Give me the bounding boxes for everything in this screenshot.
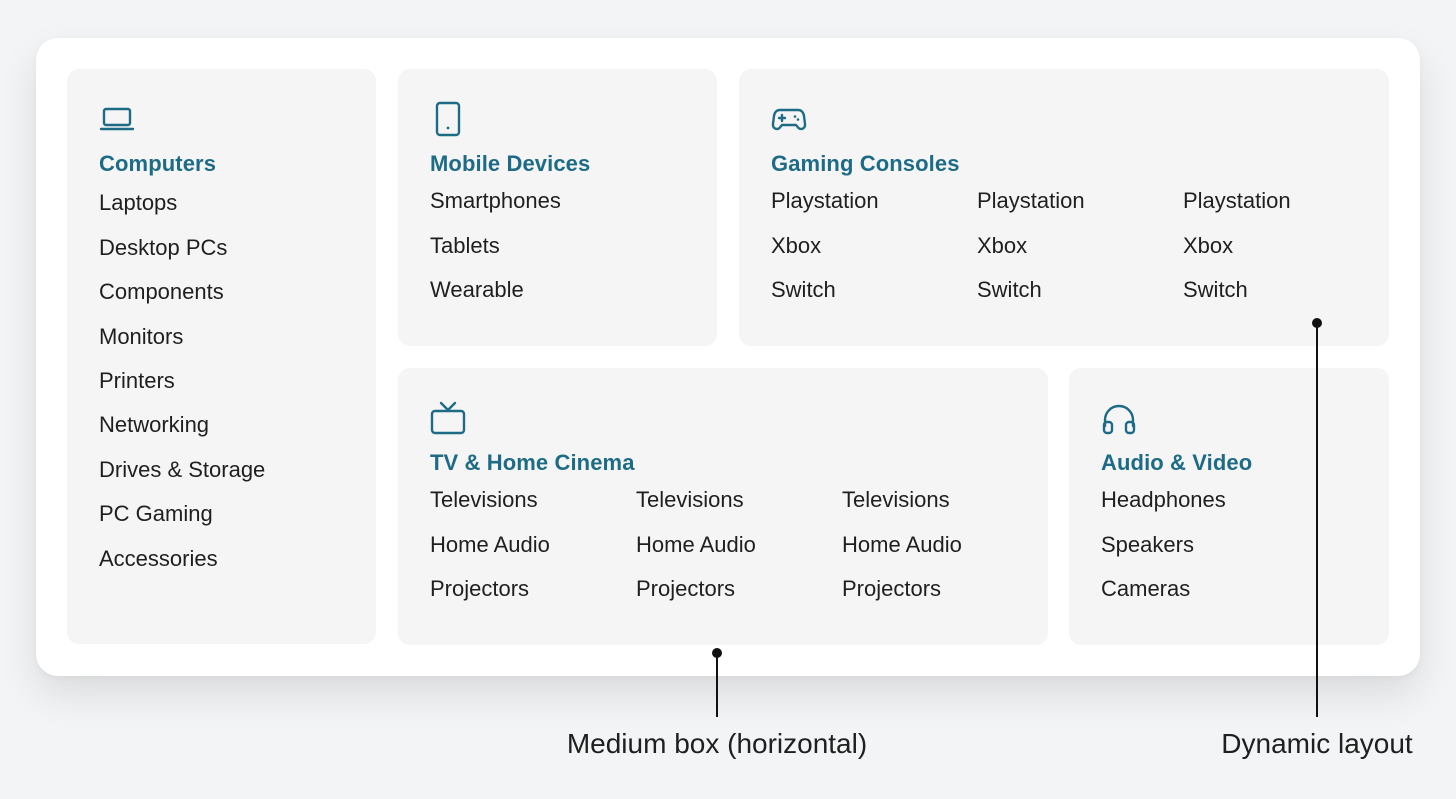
headphones-icon [1101, 400, 1137, 436]
category-title-gaming-consoles[interactable]: Gaming Consoles [771, 151, 1389, 177]
category-link[interactable]: Wearable [430, 268, 717, 312]
category-title-mobile-devices[interactable]: Mobile Devices [430, 151, 717, 177]
category-card-gaming-consoles: Gaming Consoles Playstation Xbox Switch … [739, 69, 1389, 346]
category-title-computers[interactable]: Computers [99, 151, 376, 177]
mega-menu-panel: Computers Laptops Desktop PCs Components… [36, 38, 1420, 676]
category-link[interactable]: Switch [1183, 268, 1389, 312]
tablet-icon [430, 101, 466, 137]
category-link[interactable]: Projectors [636, 567, 842, 611]
tv-icon [430, 400, 466, 436]
category-link[interactable]: Printers [99, 359, 376, 403]
category-link[interactable]: Home Audio [842, 523, 1048, 567]
callout-line-medium-box [716, 653, 718, 717]
category-column: Televisions Home Audio Projectors [636, 478, 842, 611]
category-link[interactable]: Switch [977, 268, 1183, 312]
category-column: Playstation Xbox Switch [1183, 179, 1389, 312]
category-column: Televisions Home Audio Projectors [842, 478, 1048, 611]
annotation-dynamic-layout: Dynamic layout [1221, 728, 1413, 759]
category-link[interactable]: Drives & Storage [99, 448, 376, 492]
category-card-computers: Computers Laptops Desktop PCs Components… [67, 69, 376, 644]
category-link[interactable]: Monitors [99, 315, 376, 359]
category-link[interactable]: Projectors [842, 567, 1048, 611]
category-list-computers: Laptops Desktop PCs Components Monitors … [99, 181, 376, 581]
category-link[interactable]: Xbox [1183, 224, 1389, 268]
category-link[interactable]: Components [99, 270, 376, 314]
category-link[interactable]: Speakers [1101, 523, 1389, 567]
category-link[interactable]: Home Audio [636, 523, 842, 567]
category-link[interactable]: Xbox [771, 224, 977, 268]
category-link[interactable]: Tablets [430, 224, 717, 268]
category-link[interactable]: Televisions [636, 478, 842, 522]
category-card-mobile-devices: Mobile Devices Smartphones Tablets Weara… [398, 69, 717, 346]
category-link[interactable]: Playstation [1183, 179, 1389, 223]
category-card-tv-home-cinema: TV & Home Cinema Televisions Home Audio … [398, 368, 1048, 645]
annotation-medium-box: Medium box (horizontal) [566, 728, 868, 759]
category-link[interactable]: Projectors [430, 567, 636, 611]
category-columns-gaming-consoles: Playstation Xbox Switch Playstation Xbox… [771, 179, 1389, 312]
laptop-icon [99, 101, 135, 137]
category-link[interactable]: Playstation [977, 179, 1183, 223]
callout-line-dynamic-layout [1316, 323, 1318, 717]
category-link[interactable]: PC Gaming [99, 492, 376, 536]
category-title-tv-home-cinema[interactable]: TV & Home Cinema [430, 450, 1048, 476]
category-link[interactable]: Switch [771, 268, 977, 312]
category-link[interactable]: Accessories [99, 537, 376, 581]
category-link[interactable]: Laptops [99, 181, 376, 225]
category-list-audio-video: Headphones Speakers Cameras [1101, 478, 1389, 611]
category-list-mobile-devices: Smartphones Tablets Wearable [430, 179, 717, 312]
category-columns-tv-home-cinema: Televisions Home Audio Projectors Televi… [430, 478, 1048, 611]
category-link[interactable]: Smartphones [430, 179, 717, 223]
gamepad-icon [771, 101, 807, 137]
category-link[interactable]: Televisions [842, 478, 1048, 522]
category-title-audio-video[interactable]: Audio & Video [1101, 450, 1389, 476]
category-link[interactable]: Home Audio [430, 523, 636, 567]
category-link[interactable]: Cameras [1101, 567, 1389, 611]
category-link[interactable]: Networking [99, 403, 376, 447]
category-column: Playstation Xbox Switch [771, 179, 977, 312]
category-card-audio-video: Audio & Video Headphones Speakers Camera… [1069, 368, 1389, 645]
category-link[interactable]: Headphones [1101, 478, 1389, 522]
category-link[interactable]: Xbox [977, 224, 1183, 268]
category-link[interactable]: Desktop PCs [99, 226, 376, 270]
category-link[interactable]: Playstation [771, 179, 977, 223]
category-column: Televisions Home Audio Projectors [430, 478, 636, 611]
category-column: Playstation Xbox Switch [977, 179, 1183, 312]
category-link[interactable]: Televisions [430, 478, 636, 522]
